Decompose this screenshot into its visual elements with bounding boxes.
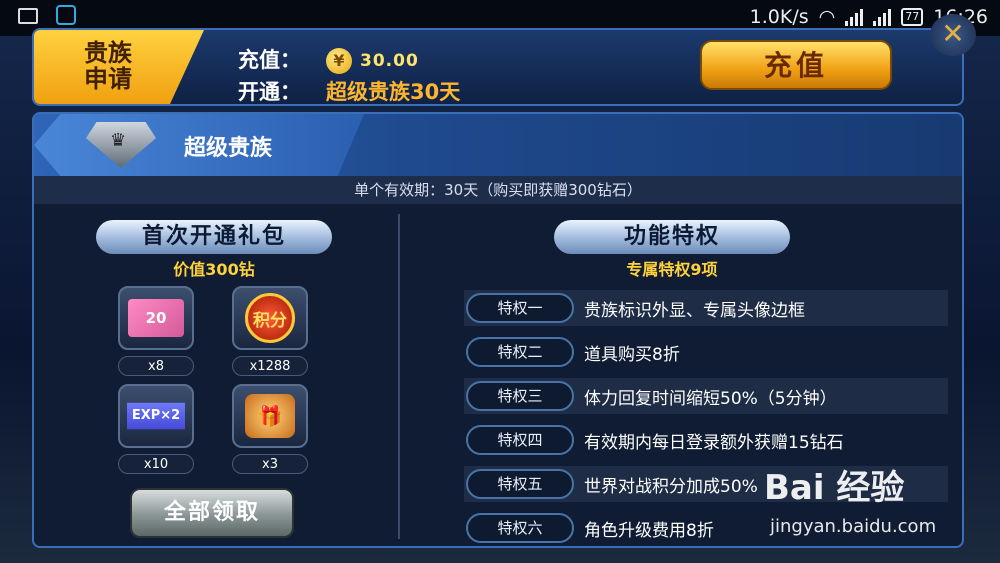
privileges-subtitle: 专属特权9项 <box>626 260 718 279</box>
privileges-title: 功能特权 <box>554 220 790 254</box>
ticket-art: 20 <box>128 299 184 337</box>
signal-icon <box>845 8 864 26</box>
close-icon[interactable]: ✕ <box>930 14 976 56</box>
watermark-url: jingyan.baidu.com <box>770 516 937 537</box>
plan-name: 超级贵族30天 <box>326 80 461 104</box>
claim-all-button[interactable]: 全部领取 <box>130 488 294 538</box>
gift-pack-value: 价值300钻 <box>173 260 255 279</box>
gift-box-icon[interactable]: 🎁 <box>232 384 308 448</box>
exp-card-art: EXP×2 <box>127 402 185 430</box>
baidu-watermark: Bai 经验 jingyan.baidu.com <box>764 460 984 550</box>
image-notification-icon <box>18 8 38 24</box>
recharge-label: 充值： <box>238 48 301 72</box>
privilege-text: 道具购买8折 <box>584 345 680 365</box>
app-notification-icon <box>56 5 76 25</box>
noble-tag-line2: 申请 <box>84 65 132 93</box>
privilege-text: 贵族标识外显、专属头像边框 <box>584 301 805 321</box>
yuan-coin-icon: ¥ <box>326 48 352 74</box>
privilege-badge: 特权三 <box>466 381 574 411</box>
wifi-icon: ◠ <box>818 6 836 28</box>
privilege-row: 特权四 有效期内每日登录额外获赠15钻石 <box>464 422 948 458</box>
noble-tag-line1: 贵族 <box>84 39 132 67</box>
privilege-text: 体力回复时间缩短50%（5分钟） <box>584 389 837 409</box>
plan-row: 开通： 超级贵族30天 <box>238 76 460 106</box>
privilege-text: 世界对战积分加成50% <box>584 477 758 497</box>
exp-card-icon[interactable]: EXP×2 <box>118 384 194 448</box>
privilege-badge: 特权二 <box>466 337 574 367</box>
privilege-badge: 特权六 <box>466 513 574 543</box>
noble-tier-title: 超级贵族 <box>184 136 273 161</box>
points-icon[interactable]: 积分 <box>232 286 308 350</box>
privilege-badge: 特权四 <box>466 425 574 455</box>
signal-icon-2 <box>873 8 892 26</box>
privilege-badge: 特权五 <box>466 469 574 499</box>
watermark-logo: Bai 经验 <box>764 468 905 508</box>
price-row: 充值： ¥30.00 <box>238 44 419 74</box>
battery-icon: 77 <box>901 8 924 26</box>
privilege-text: 角色升级费用8折 <box>584 521 714 541</box>
points-art: 积分 <box>245 293 295 343</box>
ticket-icon[interactable]: 20 <box>118 286 194 350</box>
gift-qty: x1288 <box>232 356 308 376</box>
column-divider <box>398 214 400 539</box>
validity-info: 单个有效期：30天（购买即获赠300钻石） <box>34 176 962 204</box>
privilege-row: 特权二 道具购买8折 <box>464 334 948 370</box>
privilege-row: 特权一 贵族标识外显、专属头像边框 <box>464 290 948 326</box>
price-value: 30.00 <box>360 51 419 71</box>
open-label: 开通： <box>238 80 301 104</box>
gift-qty: x3 <box>232 454 308 474</box>
recharge-button[interactable]: 充值 <box>700 40 892 90</box>
gift-qty: x10 <box>118 454 194 474</box>
privilege-text: 有效期内每日登录额外获赠15钻石 <box>584 433 844 453</box>
gift-pack-title: 首次开通礼包 <box>96 220 332 254</box>
gift-qty: x8 <box>118 356 194 376</box>
privilege-row: 特权三 体力回复时间缩短50%（5分钟） <box>464 378 948 414</box>
privilege-badge: 特权一 <box>466 293 574 323</box>
network-speed: 1.0K/s <box>749 6 809 28</box>
